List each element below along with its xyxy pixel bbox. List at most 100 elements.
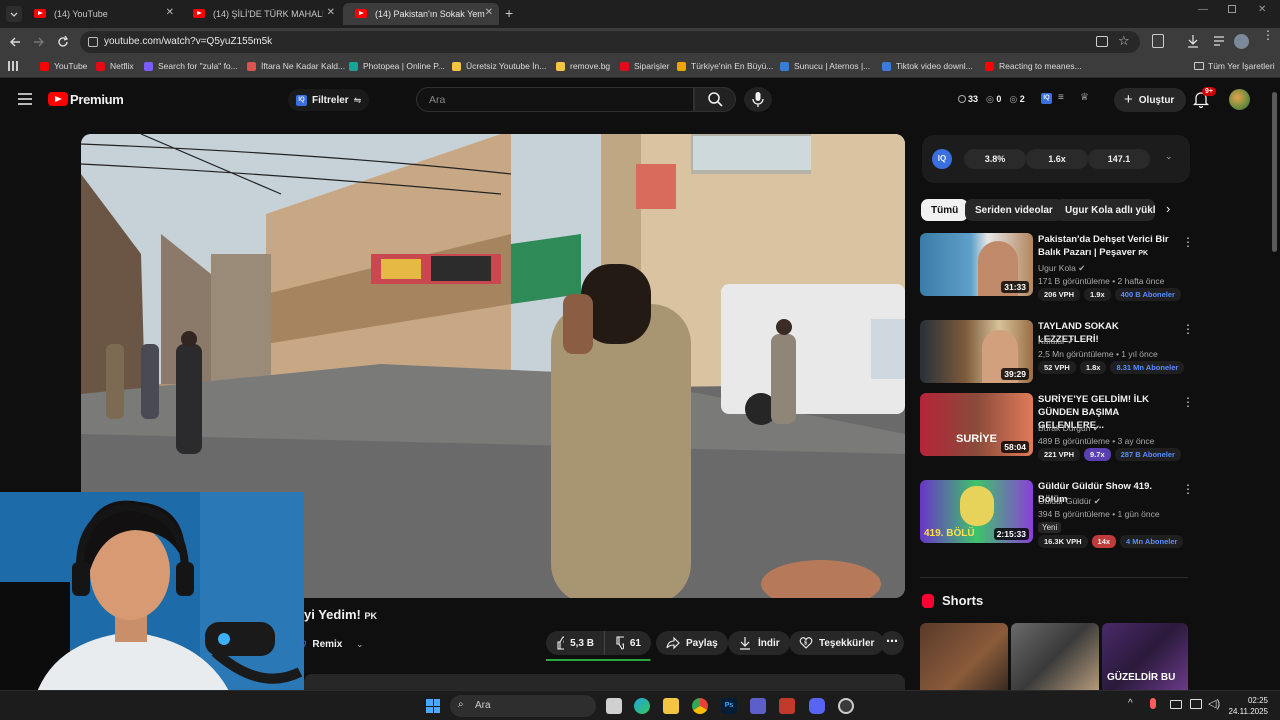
rec-channel[interactable]: Ugur Kola ✔ xyxy=(1038,263,1085,274)
video-thumbnail[interactable]: 39:29 xyxy=(920,320,1033,383)
vph-pill[interactable]: 147.1 xyxy=(1088,149,1150,169)
bookmark-item[interactable]: İftara Ne Kadar Kald... xyxy=(247,61,345,71)
chevron-right-icon[interactable]: › xyxy=(1166,201,1170,216)
video-thumbnail[interactable]: SURİYE 58:04 xyxy=(920,393,1033,456)
close-window-icon[interactable]: ✕ xyxy=(1258,4,1266,15)
bookmark-item[interactable]: Photopea | Online P... xyxy=(349,61,445,71)
remix-button[interactable]: IQ Remix ⌄ xyxy=(300,634,363,654)
maximize-window-icon[interactable] xyxy=(1228,5,1236,13)
rec-channel[interactable]: Güldür Güldür ✔ xyxy=(1038,496,1101,507)
outlier-pill[interactable]: 1.6x xyxy=(1026,149,1088,169)
apps-grid-icon[interactable] xyxy=(8,61,18,71)
short-thumbnail[interactable] xyxy=(920,623,1008,690)
close-tab-icon[interactable]: ✕ xyxy=(166,7,174,18)
keyboard-icon[interactable] xyxy=(1170,700,1182,709)
task-view-icon[interactable] xyxy=(606,698,622,714)
tab-search-button[interactable] xyxy=(6,6,22,22)
profile-avatar[interactable] xyxy=(1234,34,1249,49)
trophy-icon[interactable]: ♕ xyxy=(1080,92,1089,103)
chip-all[interactable]: Tümü xyxy=(921,199,969,221)
create-button[interactable]: + Oluştur xyxy=(1114,88,1187,112)
display-icon[interactable] xyxy=(1190,699,1202,709)
voice-search-button[interactable] xyxy=(744,87,772,112)
taskbar-search-input[interactable]: ⌕ Ara xyxy=(450,695,596,717)
forward-arrow-icon[interactable] xyxy=(32,35,46,49)
chip-uploader[interactable]: Ugur Kola adlı yükleyiciden xyxy=(1055,199,1155,221)
list-icon[interactable]: ≡ xyxy=(1058,92,1064,103)
more-options-icon[interactable]: ⋮ xyxy=(1182,395,1194,409)
rec-title[interactable]: Pakistan'da Dehşet Verici Bir Balık Paza… xyxy=(1038,233,1178,260)
bookmark-item[interactable]: Reacting to meanes... xyxy=(985,61,1082,71)
tray-chevron-icon[interactable]: ^ xyxy=(1128,698,1133,709)
video-thumbnail[interactable]: 419. BÖLÜ 2:15:33 xyxy=(920,480,1033,543)
edge-icon[interactable] xyxy=(634,698,650,714)
share-button[interactable]: Paylaş xyxy=(656,631,728,655)
thanks-button[interactable]: $ Teşekkürler xyxy=(789,631,885,655)
hamburger-menu-icon[interactable] xyxy=(18,93,32,105)
browser-tab[interactable]: (14) YouTube ✕ xyxy=(22,3,180,25)
bookmark-item[interactable]: Türkiye'nin En Büyü... xyxy=(677,61,773,71)
browser-tab[interactable]: (14) ŞİLİ'DE TÜRK MAHALLESİ ✕ xyxy=(181,3,341,25)
microphone-tray-icon[interactable] xyxy=(1150,698,1156,709)
account-avatar[interactable] xyxy=(1229,89,1250,110)
discord-icon[interactable] xyxy=(809,698,825,714)
teams-icon[interactable] xyxy=(750,698,766,714)
chrome-icon[interactable] xyxy=(692,698,708,714)
bookmark-item[interactable]: YouTube xyxy=(40,61,87,71)
all-bookmarks-folder[interactable]: Tüm Yer İşaretleri xyxy=(1194,61,1275,71)
photoshop-icon[interactable]: Ps xyxy=(721,698,737,714)
start-windows-icon[interactable] xyxy=(426,699,440,713)
bookmark-star-icon[interactable]: ☆ xyxy=(1118,33,1130,49)
rec-channel[interactable]: Burak Durgun ✔ xyxy=(1038,423,1100,434)
more-options-icon[interactable]: ⋮ xyxy=(1182,322,1194,336)
close-tab-icon[interactable]: ✕ xyxy=(327,7,335,18)
chevron-down-icon[interactable]: ⌄ xyxy=(1165,151,1173,162)
recommendation-item[interactable]: SURİYE 58:04 SURİYE'YE GELDİM! İLK GÜNDE… xyxy=(920,393,1194,461)
youtube-logo-icon[interactable] xyxy=(48,92,68,106)
reload-icon[interactable] xyxy=(56,35,70,49)
description-box[interactable] xyxy=(304,674,905,690)
bookmark-item[interactable]: Search for "zula" fo... xyxy=(144,61,238,71)
site-info-icon[interactable] xyxy=(88,37,98,47)
chip-series[interactable]: Seriden videolar xyxy=(965,199,1063,221)
bookmark-item[interactable]: Tiktok video downl... xyxy=(882,61,973,71)
extension-iq-icon[interactable]: IQ xyxy=(1041,93,1052,104)
recommendation-item[interactable]: 31:33 Pakistan'da Dehşet Verici Bir Balı… xyxy=(920,233,1194,301)
app-icon[interactable] xyxy=(779,698,795,714)
bookmark-item[interactable]: Netflix xyxy=(96,61,134,71)
close-tab-icon[interactable]: ✕ xyxy=(485,7,493,18)
more-options-icon[interactable]: ⋮ xyxy=(1182,482,1194,496)
reading-list-icon[interactable] xyxy=(1212,34,1226,48)
notifications-button[interactable]: 9+ xyxy=(1192,87,1216,108)
extensions-icon[interactable] xyxy=(1152,34,1164,48)
recommendation-item[interactable]: 39:29 TAYLAND SOKAK LEZZETLERİ! Kafalar … xyxy=(920,320,1194,384)
like-button[interactable]: 5,3 B xyxy=(546,631,604,655)
file-explorer-icon[interactable] xyxy=(663,698,679,714)
rec-channel[interactable]: Kafalar ✔ xyxy=(1038,336,1074,347)
speaker-icon[interactable]: ◁) xyxy=(1208,697,1220,710)
app-icon[interactable] xyxy=(838,698,854,714)
download-icon[interactable] xyxy=(1186,34,1200,48)
install-app-icon[interactable] xyxy=(1096,36,1108,47)
short-thumbnail[interactable] xyxy=(1011,623,1099,690)
download-button[interactable]: İndir xyxy=(728,631,790,655)
bookmark-item[interactable]: remove.bg xyxy=(556,61,610,71)
bookmark-item[interactable]: Siparişler xyxy=(620,61,669,71)
clock[interactable]: 02:25 24.11.2025 xyxy=(1226,695,1268,717)
browser-menu-icon[interactable]: ⋮ xyxy=(1262,29,1274,41)
ctr-pill[interactable]: 3.8% xyxy=(964,149,1026,169)
back-arrow-icon[interactable] xyxy=(8,35,22,49)
short-thumbnail[interactable]: GÜZELDİR BU xyxy=(1102,623,1188,690)
search-input[interactable]: Ara xyxy=(416,87,694,112)
address-bar[interactable]: youtube.com/watch?v=Q5yuZ155m5k ☆ xyxy=(80,31,1140,53)
bookmark-item[interactable]: Sunucu | Aternos |... xyxy=(780,61,870,71)
dislike-button[interactable]: 61 xyxy=(604,631,651,655)
browser-tab-active[interactable]: (14) Pakistan'ın Sokak Yemekleri ✕ xyxy=(343,3,499,25)
more-options-icon[interactable]: ⋮ xyxy=(1182,235,1194,249)
page-scrollbar[interactable] xyxy=(1272,92,1277,252)
more-actions-button[interactable]: ⋯ xyxy=(880,631,904,655)
minimize-window-icon[interactable]: — xyxy=(1198,4,1208,15)
video-thumbnail[interactable]: 31:33 xyxy=(920,233,1033,296)
recommendation-item[interactable]: 419. BÖLÜ 2:15:33 Güldür Güldür Show 419… xyxy=(920,480,1194,548)
search-button[interactable] xyxy=(694,87,736,112)
